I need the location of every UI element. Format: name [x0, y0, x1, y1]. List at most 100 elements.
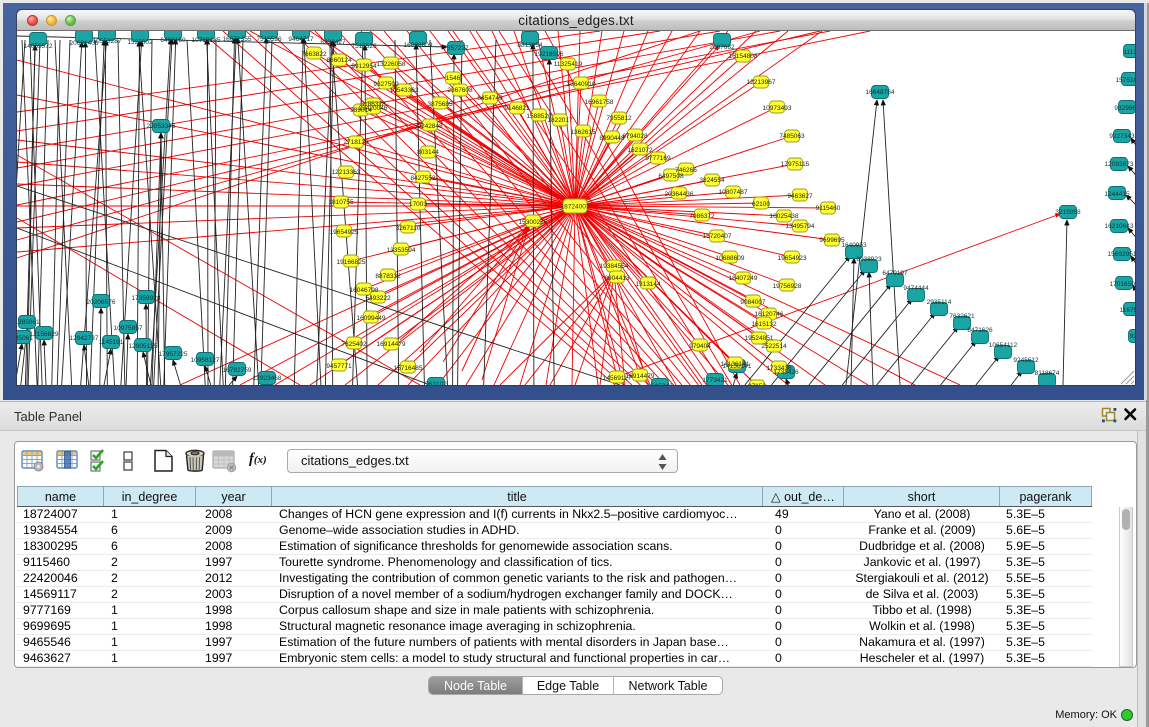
svg-text:8236427: 8236427	[320, 39, 346, 46]
svg-text:11325419: 11325419	[554, 61, 583, 68]
svg-text:19166825: 19166825	[337, 259, 366, 266]
svg-text:9084007: 9084007	[740, 299, 766, 306]
svg-text:9474444: 9474444	[903, 285, 929, 292]
svg-text:9463627: 9463627	[787, 193, 813, 200]
svg-text:7632621: 7632621	[949, 313, 975, 320]
svg-text:9115460: 9115460	[816, 205, 841, 212]
svg-text:803144: 803144	[417, 149, 439, 156]
svg-text:20364436: 20364436	[665, 191, 694, 198]
svg-text:17975115: 17975115	[781, 161, 810, 168]
svg-text:17003: 17003	[409, 201, 427, 208]
svg-text:7485063: 7485063	[779, 133, 805, 140]
svg-text:1527602: 1527602	[127, 39, 153, 46]
svg-text:10553287: 10553287	[93, 38, 122, 45]
svg-text:1621072: 1621072	[627, 147, 653, 154]
svg-text:8660124: 8660124	[326, 57, 352, 64]
svg-text:8471626: 8471626	[967, 327, 993, 334]
svg-text:12213363: 12213363	[332, 169, 361, 176]
svg-text:1640953: 1640953	[841, 242, 867, 249]
svg-text:97153: 97153	[748, 383, 766, 385]
svg-text:17359928: 17359928	[132, 295, 161, 302]
svg-text:13226058: 13226058	[377, 61, 406, 68]
svg-text:15300275: 15300275	[519, 219, 548, 226]
svg-text:12942737: 12942737	[70, 335, 99, 342]
svg-text:9777169: 9777169	[645, 155, 671, 162]
svg-text:16671355: 16671355	[223, 36, 252, 43]
svg-text:3875685: 3875685	[427, 101, 453, 108]
svg-text:7515526: 7515526	[256, 36, 282, 43]
svg-text:1733436: 1733436	[766, 365, 792, 372]
svg-text:14136141: 14136141	[721, 361, 750, 368]
svg-text:16046798: 16046798	[350, 287, 379, 294]
svg-text:2087682: 2087682	[709, 44, 735, 51]
svg-text:20053346: 20053346	[147, 123, 176, 130]
svg-text:9245: 9245	[1130, 333, 1135, 340]
svg-text:19384554: 19384554	[600, 263, 629, 270]
svg-text:10975857: 10975857	[114, 325, 143, 332]
svg-text:12213967: 12213967	[747, 79, 776, 86]
svg-text:16914479: 16914479	[377, 341, 406, 348]
svg-text:2935114: 2935114	[927, 299, 952, 306]
svg-text:62100: 62100	[752, 201, 770, 208]
svg-text:19218506: 19218506	[535, 51, 564, 58]
svg-text:9457771: 9457771	[326, 363, 352, 370]
svg-text:10654112: 10654112	[989, 342, 1018, 349]
svg-text:2367608: 2367608	[447, 87, 473, 94]
svg-text:9615342: 9615342	[647, 383, 673, 385]
svg-text:1385061: 1385061	[17, 319, 40, 326]
svg-text:3267110: 3267110	[396, 225, 421, 232]
svg-text:15692951: 15692951	[1108, 251, 1135, 258]
svg-text:15720407: 15720407	[703, 233, 732, 240]
svg-text:7986372: 7986372	[689, 213, 715, 220]
svg-text:18640910: 18640910	[567, 81, 596, 88]
svg-text:16120746: 16120746	[755, 311, 784, 318]
svg-text:8938923: 8938923	[856, 256, 882, 263]
svg-text:8904413: 8904413	[604, 275, 630, 282]
svg-text:10688609: 10688609	[716, 255, 745, 262]
svg-text:9329966: 9329966	[1114, 105, 1135, 112]
svg-text:16648784: 16648784	[866, 89, 895, 96]
svg-text:10973493: 10973493	[763, 105, 792, 112]
svg-text:18724007: 18724007	[561, 204, 590, 211]
svg-text:9912954: 9912954	[351, 63, 377, 70]
svg-text:1244415: 1244415	[1104, 191, 1130, 198]
svg-text:16099449: 16099449	[357, 315, 386, 322]
svg-text:23420046: 23420046	[359, 105, 388, 112]
svg-text:17957225: 17957225	[159, 351, 188, 358]
svg-text:18407249: 18407249	[729, 275, 758, 282]
svg-text:5493222: 5493222	[365, 295, 391, 302]
svg-text:1913144: 1913144	[635, 281, 661, 288]
svg-text:15716485: 15716485	[394, 365, 423, 372]
svg-text:3215958: 3215958	[1055, 209, 1081, 216]
svg-text:7515526: 7515526	[351, 43, 377, 50]
svg-text:8878332: 8878332	[375, 273, 401, 280]
svg-text:13353594: 13353594	[387, 247, 416, 254]
svg-text:1810755: 1810755	[328, 199, 354, 206]
svg-text:1167534: 1167534	[1120, 307, 1135, 314]
svg-text:9227343: 9227343	[1109, 133, 1135, 140]
svg-text:16210643: 16210643	[1105, 223, 1134, 230]
svg-text:1145191: 1145191	[99, 339, 124, 346]
svg-text:963102: 963102	[425, 381, 447, 385]
svg-text:12156829: 12156829	[30, 331, 59, 338]
svg-text:1546: 1546	[446, 75, 461, 82]
svg-text:20206576: 20206576	[87, 299, 116, 306]
svg-text:9699695: 9699695	[819, 237, 845, 244]
svg-text:10807487: 10807487	[719, 189, 748, 196]
svg-text:11124: 11124	[1123, 49, 1135, 56]
svg-text:10543362: 10543362	[390, 87, 419, 94]
svg-text:10958127: 10958127	[191, 357, 220, 364]
svg-text:13495794: 13495794	[786, 223, 815, 230]
svg-text:6466160: 6466160	[160, 37, 186, 44]
svg-text:9464717: 9464717	[288, 36, 314, 43]
svg-text:16033809: 16033809	[404, 42, 433, 49]
svg-text:19524851: 19524851	[745, 335, 774, 342]
svg-text:9245612: 9245612	[1013, 357, 1039, 364]
svg-text:6794028: 6794028	[622, 133, 648, 140]
svg-text:14055572: 14055572	[24, 43, 53, 50]
svg-text:6479197: 6479197	[882, 270, 908, 277]
svg-text:2522514: 2522514	[761, 343, 787, 350]
svg-text:12905135: 12905135	[129, 343, 158, 350]
svg-text:1822017: 1822017	[547, 117, 573, 124]
svg-text:12923468: 12923468	[253, 375, 282, 382]
